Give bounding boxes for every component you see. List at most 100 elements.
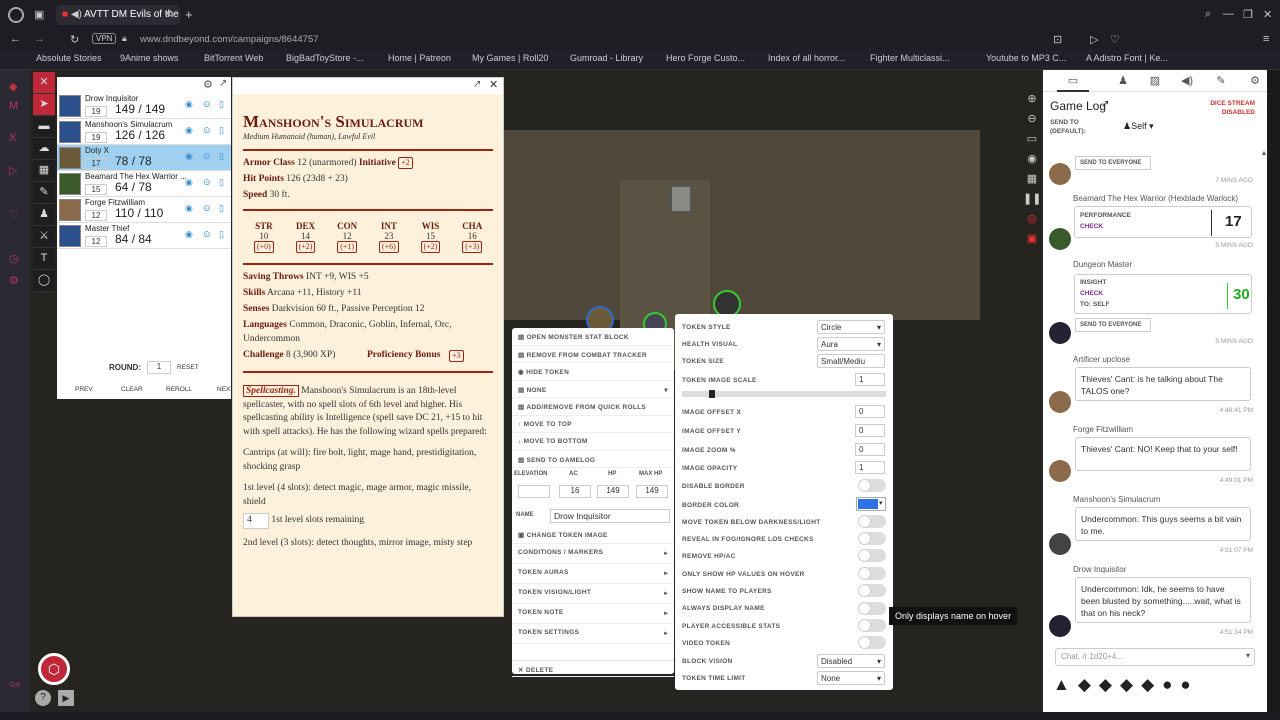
remove-hpac-toggle[interactable] <box>858 549 886 562</box>
zoom-input[interactable]: 0 <box>855 443 885 456</box>
reset-button[interactable]: RESET <box>177 364 199 371</box>
bookmark-item[interactable]: Youtube to MP3 C... <box>986 53 1066 63</box>
d12-icon[interactable]: ● <box>1162 675 1180 694</box>
close-icon[interactable]: ✕ <box>489 78 498 91</box>
browser-logo-icon[interactable] <box>8 7 24 23</box>
initiative-field[interactable]: 17 <box>85 158 107 169</box>
send-to-everyone-button[interactable]: SEND TO EVERYONE <box>1075 156 1151 170</box>
sidebar-app-icon[interactable]: ◆ <box>9 80 17 93</box>
eye-icon[interactable]: ◉ <box>185 125 193 136</box>
combat-row[interactable]: Manshoon's Simulacrum 19 126 / 126 ◉ ⊙ ▯ <box>57 119 231 145</box>
block-vision-select[interactable]: Disabled ▾ <box>817 654 885 668</box>
initiative-field[interactable]: 12 <box>85 236 107 247</box>
combat-row-active[interactable]: Doty X 17 78 / 78 ◉ ⊙ ▯ <box>57 145 231 171</box>
sword-icon[interactable]: ⚔ <box>33 226 55 248</box>
play-icon[interactable]: ▷ <box>9 164 17 177</box>
elevation-input[interactable] <box>518 485 550 498</box>
menu-icon[interactable]: ≡ <box>1263 33 1269 45</box>
ac-input[interactable]: 16 <box>559 485 591 498</box>
tabs-icon[interactable]: ▣ <box>34 8 44 21</box>
target-icon[interactable]: ⊙ <box>203 229 211 240</box>
slider-thumb[interactable] <box>709 390 715 398</box>
combat-row[interactable]: Beamard The Hex Warrior ... 15 64 / 78 ◉ ⊙ ▯ <box>57 171 231 197</box>
bookmark-item[interactable]: Home | Patreon <box>388 53 451 63</box>
eye-icon[interactable]: ◉ <box>185 229 193 240</box>
roll-result-card[interactable]: PERFORMANCE CHECK 17 <box>1074 206 1252 238</box>
close-window-icon[interactable]: ✕ <box>1263 8 1272 21</box>
new-tab-icon[interactable]: + <box>185 7 193 22</box>
send-to-select[interactable]: ♟Self ▾ <box>1123 121 1154 132</box>
chat-icon[interactable]: ▭ <box>1057 70 1089 92</box>
url-field[interactable]: www.dndbeyond.com/campaigns/8644757 <box>140 34 319 45</box>
change-image-button[interactable]: ▣ CHANGE TOKEN IMAGE <box>512 526 674 544</box>
below-darkness-toggle[interactable] <box>858 515 886 528</box>
help-icon[interactable]: ? <box>35 690 51 706</box>
restore-icon[interactable]: ❐ <box>1243 8 1253 21</box>
menu-item[interactable]: ▤ SEND TO GAMELOG <box>512 451 674 468</box>
player-stats-toggle[interactable] <box>858 619 886 632</box>
d8-icon[interactable]: ◆ <box>1099 675 1120 694</box>
prev-button[interactable]: PREV <box>75 386 93 393</box>
popout-icon[interactable]: ↗ <box>1101 99 1109 110</box>
target-icon[interactable]: ⊙ <box>203 151 211 162</box>
zoom-in-icon[interactable]: ⊕ <box>1023 92 1041 112</box>
menu-item[interactable]: ↑ MOVE TO TOP <box>512 416 674 433</box>
back-icon[interactable]: ← <box>10 33 21 45</box>
target-icon[interactable]: ⊙ <box>203 125 211 136</box>
bookmark-item[interactable]: 9Anime shows <box>120 53 179 63</box>
spellcasting-button[interactable]: Spellcasting. <box>243 385 299 397</box>
maxhp-input[interactable]: 149 <box>636 485 668 498</box>
submenu-note[interactable]: TOKEN NOTE ▸ <box>512 604 674 624</box>
image-scale-input[interactable]: 1 <box>855 373 885 386</box>
d100-icon[interactable]: ◆ <box>1141 675 1162 694</box>
trash-icon[interactable]: ▯ <box>219 151 224 162</box>
clear-button[interactable]: CLEAR <box>121 386 143 393</box>
bookmark-icon[interactable]: ♡ <box>1110 33 1120 46</box>
video-icon[interactable]: ▶ <box>58 690 74 706</box>
menu-item[interactable]: ↓ MOVE TO BOTTOM <box>512 433 674 451</box>
aoe-icon[interactable]: ◯ <box>33 270 55 292</box>
bookmark-item[interactable]: Absolute Stories <box>36 53 102 63</box>
forward-icon[interactable]: → <box>34 33 45 45</box>
menu-item[interactable]: ▤ OPEN MONSTER STAT BLOCK <box>512 328 674 346</box>
submenu-vision[interactable]: TOKEN VISION/LIGHT ▸ <box>512 584 674 604</box>
select-tool-icon[interactable]: ➤ <box>33 94 55 116</box>
text-tool-icon[interactable]: T <box>33 248 55 270</box>
time-limit-select[interactable]: None ▾ <box>817 671 885 685</box>
video-token-toggle[interactable] <box>858 636 886 649</box>
settings-icon[interactable]: ⚙ <box>9 274 19 287</box>
bookmark-item[interactable]: BitTorrent Web <box>204 53 263 63</box>
combat-row[interactable]: Master Thief 12 84 / 84 ◉ ⊙ ▯ <box>57 223 231 249</box>
d4-icon[interactable]: ▲ <box>1053 675 1078 694</box>
target-icon[interactable]: ⊙ <box>203 177 211 188</box>
grid-icon[interactable]: ▦ <box>1023 172 1041 192</box>
trash-icon[interactable]: ▯ <box>219 203 224 214</box>
lock-icon[interactable]: ▣ <box>1023 232 1041 252</box>
record-icon[interactable]: ◎ <box>1023 212 1041 232</box>
offset-x-input[interactable]: 0 <box>855 405 885 418</box>
bookmark-item[interactable]: Fighter Multiclassi... <box>870 53 950 63</box>
zoom-out-icon[interactable]: ⊖ <box>1023 112 1041 132</box>
roll-result-card[interactable]: INSIGHT CHECK TO: SELF 30 <box>1074 274 1252 314</box>
trash-icon[interactable]: ▯ <box>219 177 224 188</box>
show-name-toggle[interactable] <box>858 584 886 597</box>
heart-icon[interactable]: ♡ <box>9 208 19 221</box>
screenshot-icon[interactable]: ▷ <box>1090 33 1098 46</box>
initiative-field[interactable]: 12 <box>85 210 107 221</box>
trash-icon[interactable]: ▯ <box>219 99 224 110</box>
trash-icon[interactable]: ▯ <box>219 229 224 240</box>
clock-icon[interactable]: ◷ <box>9 252 19 265</box>
sidebar-more-icon[interactable]: GX <box>10 682 20 689</box>
journal-icon[interactable]: ✎ <box>1205 70 1237 92</box>
submenu-conditions[interactable]: CONDITIONS / MARKERS ▸ <box>512 544 674 564</box>
sidebar-app-icon[interactable]: M <box>9 100 18 112</box>
scroll-up-icon[interactable]: ▴ <box>1262 148 1266 157</box>
wall-icon[interactable]: ▦ <box>33 160 55 182</box>
image-scale-slider[interactable] <box>682 390 886 398</box>
token-tool-icon[interactable]: ♟ <box>33 204 55 226</box>
eye-icon[interactable]: ◉ <box>185 203 193 214</box>
token-name-input[interactable]: Drow Inquisitor <box>550 509 670 523</box>
token-size-select[interactable]: Small/Mediu <box>817 354 885 368</box>
send-to-everyone-button[interactable]: SEND TO EVERYONE <box>1075 318 1151 332</box>
trash-icon[interactable]: ▯ <box>219 125 224 136</box>
